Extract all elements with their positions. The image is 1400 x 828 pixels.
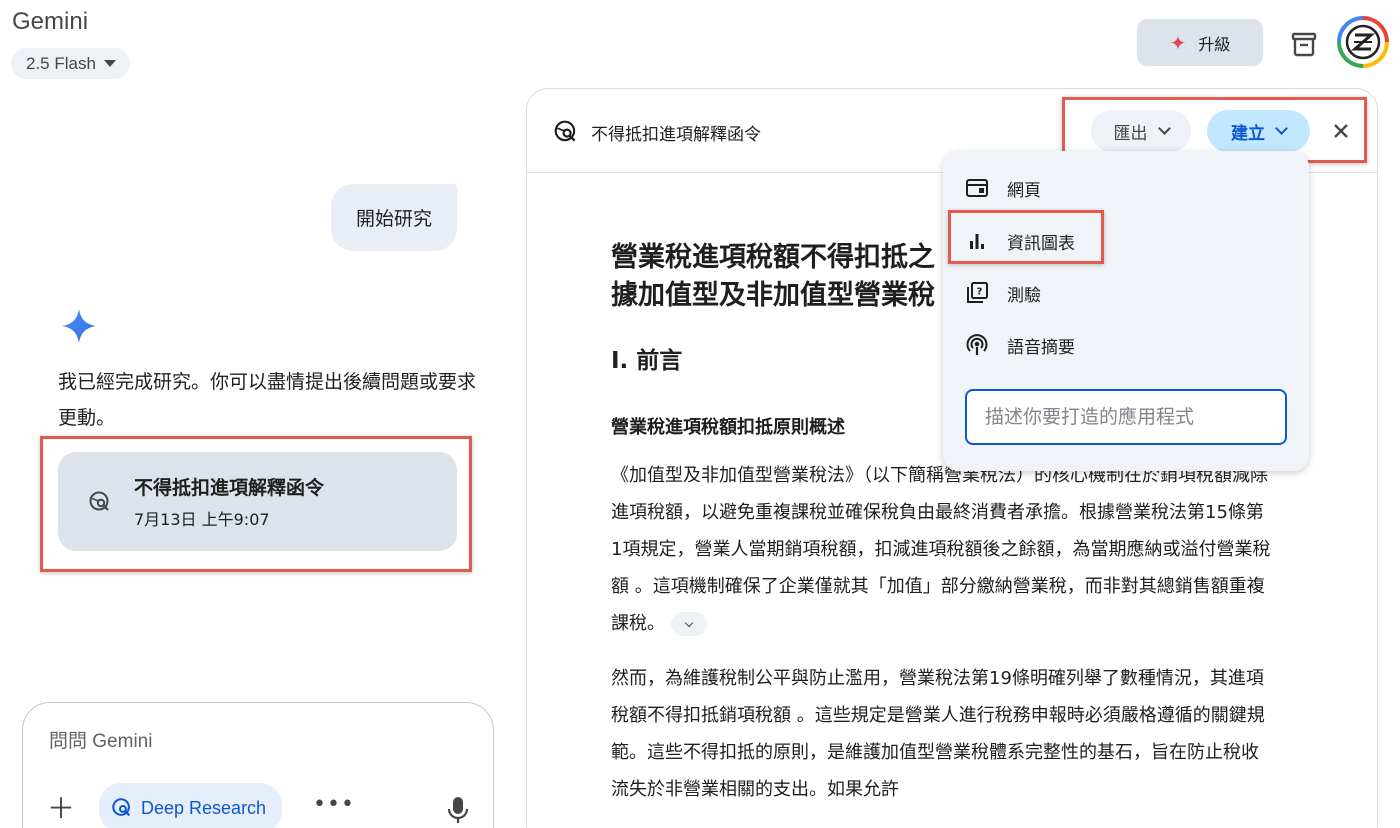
- research-globe-icon: [554, 120, 576, 142]
- menu-item-quiz[interactable]: ? 測驗: [965, 273, 1041, 313]
- menu-item-label: 網頁: [1007, 180, 1041, 201]
- highlight-box-infographic: [948, 210, 1104, 264]
- source-expand-button[interactable]: [671, 612, 707, 636]
- sparkle-icon: ✦: [1169, 30, 1187, 55]
- describe-app-input[interactable]: [965, 389, 1287, 445]
- more-tools-button[interactable]: •••: [313, 794, 355, 816]
- caret-down-icon: [103, 60, 116, 67]
- menu-item-audio-overview[interactable]: 語音摘要: [965, 325, 1075, 365]
- document-title: 不得抵扣進項解釋函令: [591, 125, 761, 145]
- deep-research-button[interactable]: Deep Research: [99, 783, 283, 828]
- menu-item-label: 測驗: [1007, 285, 1041, 306]
- create-menu: 網頁 資訊圖表 ? 測驗 語音摘要: [943, 151, 1309, 471]
- paragraph-1-text: 《加值型及非加值型營業稅法》（以下簡稱營業稅法）的核心機制在於銷項稅額減除進項稅…: [611, 465, 1271, 634]
- highlight-box-card: [40, 436, 472, 572]
- paragraph-1: 《加值型及非加值型營業稅法》（以下簡稱營業稅法）的核心機制在於銷項稅額減除進項稅…: [611, 457, 1273, 642]
- prompt-composer: ＋ Deep Research •••: [22, 702, 494, 828]
- add-attachment-button[interactable]: ＋: [47, 795, 75, 823]
- model-selector[interactable]: 2.5 Flash: [11, 48, 130, 79]
- paragraph-2: 然而，為維護稅制公平與防止濫用，營業稅法第19條明確列舉了數種情況，其進項稅額不…: [611, 668, 1265, 800]
- quiz-icon: ?: [967, 282, 988, 303]
- app-title: Gemini: [12, 8, 89, 35]
- avatar[interactable]: [1337, 16, 1389, 68]
- archive-icon[interactable]: [1289, 29, 1319, 59]
- microphone-icon[interactable]: [447, 795, 469, 825]
- deep-research-label: Deep Research: [141, 797, 267, 818]
- research-globe-icon: [112, 798, 131, 817]
- assistant-reply: 我已經完成研究。你可以盡情提出後續問題或要求更動。: [58, 371, 477, 429]
- podcast-icon: [966, 334, 988, 355]
- menu-item-web-page[interactable]: 網頁: [965, 168, 1041, 208]
- upgrade-label: 升級: [1198, 34, 1231, 54]
- upgrade-button[interactable]: ✦ 升級: [1137, 19, 1263, 66]
- svg-text:?: ?: [977, 287, 983, 298]
- user-logo-icon: [1345, 24, 1381, 60]
- web-page-icon: [966, 179, 988, 197]
- model-label: 2.5 Flash: [26, 53, 96, 73]
- prompt-input[interactable]: [49, 731, 449, 753]
- user-message: 開始研究: [331, 184, 457, 251]
- menu-item-label: 語音摘要: [1007, 337, 1075, 358]
- chevron-down-icon: [684, 618, 694, 627]
- gemini-sparkle-icon: [62, 309, 96, 343]
